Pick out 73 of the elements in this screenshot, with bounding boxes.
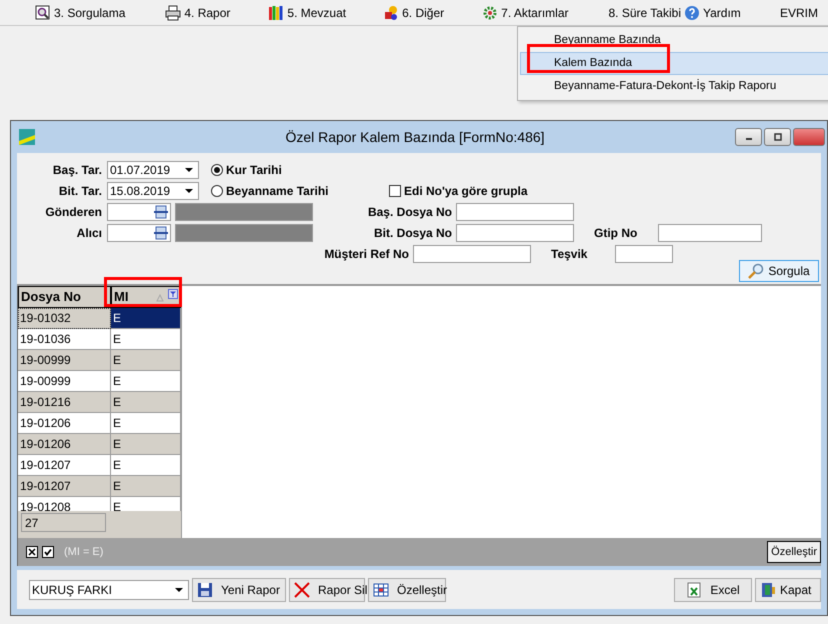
menu-option[interactable]: Kalem Bazında <box>520 52 828 75</box>
table-cell: 19-01208 <box>18 497 111 512</box>
row-count: 27 <box>21 513 106 532</box>
magnifier-icon <box>35 4 51 20</box>
column-header[interactable]: Dosya No <box>18 286 111 308</box>
menu-item[interactable]: 8. Süre Takibi <box>608 6 681 20</box>
list-icon <box>154 204 168 218</box>
input-field[interactable] <box>658 224 762 242</box>
lookup-field[interactable] <box>107 224 171 242</box>
field-label: Gtip No <box>594 226 638 240</box>
menu-option[interactable]: Beyanname Bazında <box>520 29 828 52</box>
input-field[interactable] <box>456 202 574 220</box>
filter-icon[interactable] <box>168 289 178 299</box>
printer-icon <box>165 4 182 20</box>
menu-option[interactable]: Beyanname-Fatura-Dekont-İş Takip Raporu <box>520 75 828 98</box>
close-icon <box>27 547 37 557</box>
caret-icon <box>175 588 183 592</box>
field-label: Teşvik <box>551 246 588 260</box>
field-label: Gönderen <box>44 204 102 218</box>
menu-item[interactable]: Yardım <box>684 4 741 20</box>
input-field[interactable] <box>413 244 531 262</box>
field-label: Bit. Tar. <box>58 184 102 198</box>
minimize-button[interactable] <box>735 128 762 146</box>
list-icon <box>154 226 168 240</box>
filter-text: (MI = E) <box>64 546 104 558</box>
sort-icon <box>156 294 164 302</box>
input-field[interactable] <box>456 224 574 242</box>
radio-option[interactable]: Kur Tarihi <box>211 162 282 176</box>
window-title: Özel Rapor Kalem Bazında [FormNo:486] <box>284 129 546 145</box>
caret-icon <box>185 168 193 172</box>
checkbox[interactable]: Edi No'ya göre grupla <box>389 184 528 198</box>
toolbar-button[interactable]: Kapat <box>755 578 821 602</box>
door-icon <box>760 582 776 598</box>
search-icon <box>748 263 764 279</box>
filter-checkbox[interactable] <box>42 546 54 558</box>
field-label: Alıcı <box>76 226 102 240</box>
toolbar-button[interactable]: Excel <box>674 578 752 602</box>
field-label: Baş. Dosya No <box>366 204 452 218</box>
query-button[interactable]: Sorgula <box>739 260 819 282</box>
table-cell: E <box>111 497 181 512</box>
menu-item[interactable]: 3. Sorgulama <box>35 4 126 20</box>
spreadsheet-icon <box>686 582 702 598</box>
table-cell: E <box>111 308 181 329</box>
maximize-button[interactable] <box>764 128 791 146</box>
report-dropdown[interactable]: KURUŞ FARKI <box>29 580 189 600</box>
menu-item[interactable]: 5. Mevzuat <box>268 4 346 20</box>
lookup-field[interactable] <box>107 202 171 220</box>
customize-button[interactable]: Özelleştir <box>767 541 821 563</box>
shapes-icon <box>383 4 400 20</box>
menu-item[interactable]: 6. Diğer <box>383 4 444 20</box>
toolbar-button[interactable]: Yeni Rapor <box>192 578 286 602</box>
field-label: Bit. Dosya No <box>372 226 452 240</box>
field-label: Müşteri Ref No <box>323 246 409 260</box>
toolbar-button[interactable]: Rapor Sil <box>289 578 365 602</box>
user-name: EVRIM <box>780 6 818 20</box>
cross-icon <box>294 582 310 598</box>
date-picker[interactable]: 01.07.2019 <box>107 160 199 178</box>
help-icon <box>684 4 700 20</box>
toolbar-button[interactable]: Özelleştir <box>368 578 446 602</box>
gear-icon <box>482 4 498 20</box>
date-picker[interactable]: 15.08.2019 <box>107 182 199 200</box>
check-icon <box>43 547 53 557</box>
books-icon <box>268 4 284 20</box>
input-field[interactable] <box>615 244 673 262</box>
maximize-icon <box>772 132 782 142</box>
table-icon <box>373 582 389 598</box>
clear-filter-button[interactable] <box>26 546 38 558</box>
radio-option[interactable]: Beyanname Tarihi <box>211 184 389 198</box>
field-label: Baş. Tar. <box>52 162 102 176</box>
menu-item[interactable]: 7. Aktarımlar <box>482 4 568 20</box>
app-logo-icon <box>19 129 35 145</box>
menu-item[interactable]: 4. Rapor <box>165 4 230 20</box>
caret-icon <box>185 188 193 192</box>
